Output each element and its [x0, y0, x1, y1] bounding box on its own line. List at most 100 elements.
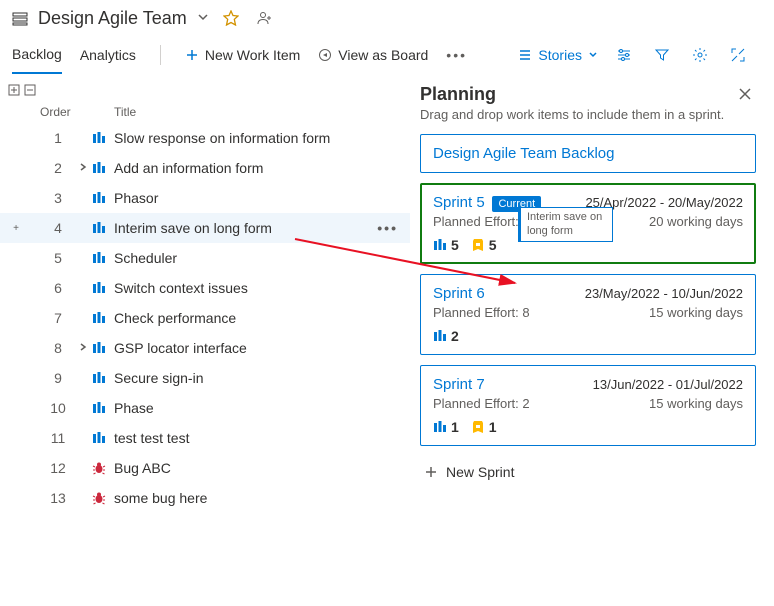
working-days: 15 working days [649, 305, 743, 320]
order-number: 6 [40, 280, 76, 296]
pbi-icon [90, 402, 108, 414]
sprint-name[interactable]: Sprint 5 [433, 194, 485, 211]
add-icon[interactable]: + [8, 223, 24, 234]
planned-effort: Planned Effort: 2 [433, 396, 530, 411]
pbi-icon [90, 312, 108, 324]
work-item-title[interactable]: Switch context issues [108, 280, 248, 296]
sprint-name[interactable]: Sprint 6 [433, 285, 485, 302]
order-number: 11 [40, 430, 76, 446]
working-days: 20 working days [649, 214, 743, 229]
backlog-row[interactable]: +4 Interim save on long form ••• [0, 213, 410, 243]
chevron-right-icon[interactable] [76, 343, 90, 354]
separator [160, 45, 161, 65]
team-members-icon[interactable] [253, 6, 277, 30]
backlog-row[interactable]: 5 Scheduler [0, 243, 410, 273]
pbi-count: 2 [433, 328, 459, 344]
view-as-board-button[interactable]: View as Board [318, 47, 428, 63]
sprint-card[interactable]: Sprint 5 Current25/Apr/2022 - 20/May/202… [420, 183, 756, 264]
order-number: 13 [40, 490, 76, 506]
team-name[interactable]: Design Agile Team [38, 8, 187, 29]
backlog-card[interactable]: Design Agile Team Backlog [420, 134, 756, 173]
working-days: 15 working days [649, 396, 743, 411]
backlog-row[interactable]: 7 Check performance [0, 303, 410, 333]
tab-backlog[interactable]: Backlog [12, 36, 62, 74]
filter-icon[interactable] [650, 43, 674, 67]
stories-dropdown[interactable]: Stories [518, 47, 598, 63]
work-item-title[interactable]: test test test [108, 430, 189, 446]
work-item-title[interactable]: Bug ABC [108, 460, 171, 476]
work-item-title[interactable]: Secure sign-in [108, 370, 204, 386]
work-item-title[interactable]: Phasor [108, 190, 158, 206]
backlog-row[interactable]: 1Slow response on information form [0, 123, 410, 153]
backlog-row[interactable]: 13 some bug here [0, 483, 410, 513]
order-number: 9 [40, 370, 76, 386]
fullscreen-icon[interactable] [726, 43, 750, 67]
drag-ghost: Interim save on long form [518, 207, 613, 242]
close-icon[interactable] [734, 83, 756, 105]
column-headers: Order Title [0, 101, 410, 123]
bug-icon [90, 461, 108, 475]
pbi-icon [90, 222, 108, 234]
chevron-down-icon[interactable] [197, 10, 209, 26]
backlog-row[interactable]: 10 Phase [0, 393, 410, 423]
more-icon[interactable]: ••• [377, 220, 398, 236]
work-item-title[interactable]: GSP locator interface [108, 340, 247, 356]
stories-label: Stories [538, 47, 582, 63]
order-number: 5 [40, 250, 76, 266]
expand-all-icon[interactable] [8, 83, 20, 99]
sprint-dates: 13/Jun/2022 - 01/Jul/2022 [593, 377, 743, 392]
planned-effort: Planned Effort: 8 [433, 305, 530, 320]
settings-gear-icon[interactable] [688, 43, 712, 67]
pbi-icon [90, 432, 108, 444]
new-sprint-button[interactable]: New Sprint [420, 456, 756, 488]
pbi-count: 5 [433, 237, 459, 253]
backlog-icon [12, 9, 28, 26]
work-item-title[interactable]: Interim save on long form [108, 220, 272, 236]
backlog-row[interactable]: 12 Bug ABC [0, 453, 410, 483]
view-as-board-label: View as Board [338, 47, 428, 63]
order-number: 12 [40, 460, 76, 476]
new-work-item-label: New Work Item [205, 47, 300, 63]
sprint-card[interactable]: Sprint 7 13/Jun/2022 - 01/Jul/2022 Planned… [420, 365, 756, 446]
order-number: 4 [40, 220, 76, 236]
pbi-icon [90, 372, 108, 384]
new-work-item-button[interactable]: New Work Item [185, 47, 300, 63]
backlog-row[interactable]: 2 Add an information form [0, 153, 410, 183]
pbi-count: 1 [433, 419, 459, 435]
work-item-title[interactable]: some bug here [108, 490, 207, 506]
backlog-row[interactable]: 3 Phasor [0, 183, 410, 213]
sprint-card[interactable]: Sprint 6 23/May/2022 - 10/Jun/2022 Planned… [420, 274, 756, 355]
order-number: 2 [40, 160, 76, 176]
backlog-row[interactable]: 6 Switch context issues [0, 273, 410, 303]
more-menu-icon[interactable]: ••• [446, 47, 467, 63]
pbi-icon [90, 132, 108, 144]
planning-subtitle: Drag and drop work items to include them… [420, 107, 756, 122]
pbi-icon [90, 342, 108, 354]
collapse-all-icon[interactable] [24, 83, 36, 99]
work-item-title[interactable]: Check performance [108, 310, 236, 326]
sprint-dates: 23/May/2022 - 10/Jun/2022 [585, 286, 743, 301]
feature-count: 5 [471, 237, 497, 253]
pbi-icon [90, 162, 108, 174]
backlog-row[interactable]: 8 GSP locator interface [0, 333, 410, 363]
work-item-title[interactable]: Scheduler [108, 250, 177, 266]
order-number: 8 [40, 340, 76, 356]
order-number: 10 [40, 400, 76, 416]
favorite-star-icon[interactable] [219, 6, 243, 30]
order-number: 3 [40, 190, 76, 206]
chevron-right-icon[interactable] [76, 163, 90, 174]
work-item-title[interactable]: Add an information form [108, 160, 263, 176]
view-options-icon[interactable] [612, 43, 636, 67]
work-item-title[interactable]: Phase [108, 400, 154, 416]
bug-icon [90, 491, 108, 505]
backlog-row[interactable]: 11 test test test [0, 423, 410, 453]
sprint-name[interactable]: Sprint 7 [433, 376, 485, 393]
planning-title: Planning [420, 84, 496, 105]
order-number: 7 [40, 310, 76, 326]
pbi-icon [90, 252, 108, 264]
feature-count: 1 [471, 419, 497, 435]
pbi-icon [90, 282, 108, 294]
backlog-row[interactable]: 9 Secure sign-in [0, 363, 410, 393]
work-item-title[interactable]: Slow response on information form [108, 130, 330, 146]
tab-analytics[interactable]: Analytics [80, 37, 136, 73]
